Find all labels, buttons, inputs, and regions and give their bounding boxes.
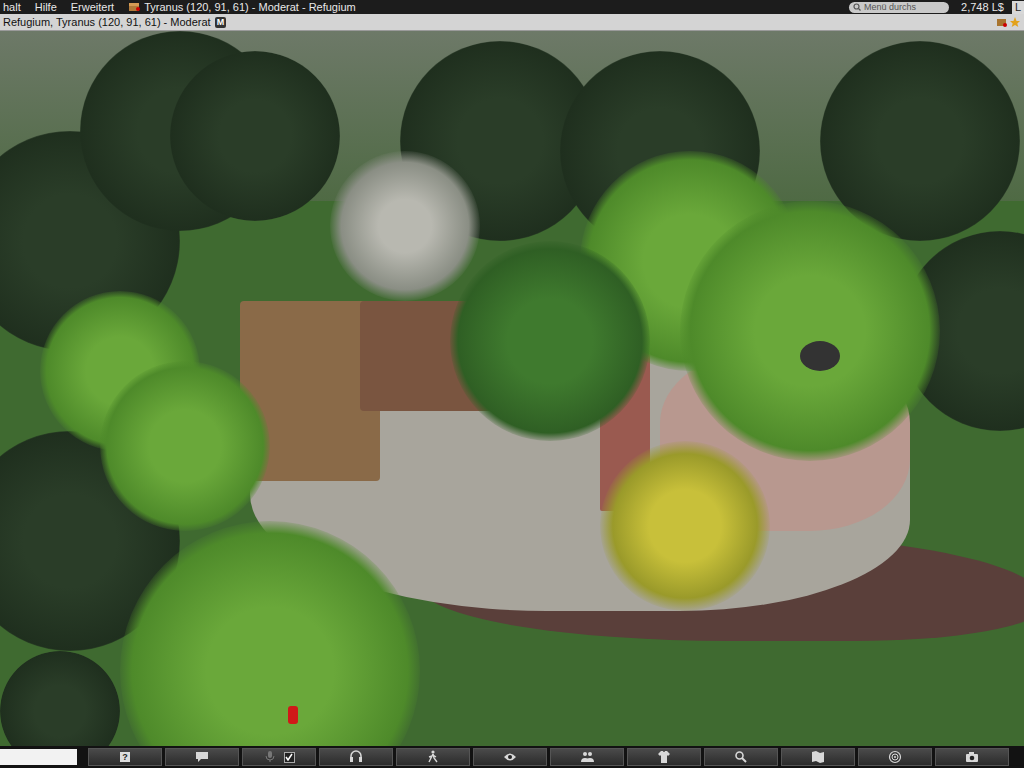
voice-icon — [264, 750, 278, 764]
bottom-toolbar: ? — [0, 746, 1024, 768]
check-icon — [285, 753, 293, 761]
shirt-icon — [657, 750, 671, 764]
search-icon — [853, 3, 861, 11]
menu-search[interactable]: Menü durchs — [849, 2, 949, 13]
chat-button[interactable] — [165, 748, 239, 766]
chat-icon — [195, 750, 209, 764]
nearby-chat-field[interactable] — [0, 749, 77, 765]
help-icon: ? — [120, 752, 130, 762]
location-info[interactable]: Tyranus (120, 91, 61) - Moderat - Refugi… — [128, 1, 849, 13]
menu-item[interactable]: halt — [3, 1, 21, 13]
shirt-button[interactable] — [627, 748, 701, 766]
avatar-marker — [288, 706, 298, 724]
help-button[interactable]: ? — [88, 748, 162, 766]
well — [800, 341, 840, 371]
tree — [100, 361, 270, 531]
parcel-icon — [128, 2, 140, 12]
tree — [680, 201, 940, 461]
search-button[interactable] — [704, 748, 778, 766]
eye-icon — [503, 750, 517, 764]
world-view[interactable] — [0, 31, 1024, 746]
location-title: Tyranus (120, 91, 61) - Moderat - Refugi… — [144, 1, 356, 13]
tree — [330, 151, 480, 301]
navigation-bar: Refugium, Tyranus (120, 91, 61) - Modera… — [0, 14, 1024, 31]
menu-item[interactable]: Hilfe — [35, 1, 57, 13]
balance[interactable]: 2,748 L$ — [961, 1, 1004, 13]
maturity-badge: M — [215, 17, 227, 28]
menu-item[interactable]: Erweitert — [71, 1, 114, 13]
headphones-button[interactable] — [319, 748, 393, 766]
camera-button[interactable] — [935, 748, 1009, 766]
tree — [170, 51, 340, 221]
radar-icon — [888, 750, 902, 764]
tree — [0, 651, 120, 746]
buy-currency-button[interactable]: L — [1012, 1, 1024, 14]
menu: halt Hilfe Erweitert — [3, 1, 114, 13]
eye-button[interactable] — [473, 748, 547, 766]
search-placeholder: Menü durchs — [864, 2, 916, 13]
tree — [450, 241, 650, 441]
menu-bar: halt Hilfe Erweitert Tyranus (120, 91, 61) … — [0, 0, 1024, 14]
map-icon — [811, 750, 825, 764]
voice-button[interactable] — [242, 748, 316, 766]
walk-icon — [426, 750, 440, 764]
map-button[interactable] — [781, 748, 855, 766]
tree — [600, 441, 770, 611]
voice-checkbox[interactable] — [284, 752, 295, 763]
landmark-star-icon — [996, 16, 1020, 28]
radar-button[interactable] — [858, 748, 932, 766]
headphones-icon — [349, 750, 363, 764]
search-icon — [734, 750, 748, 764]
toolbar-buttons: ? — [88, 748, 1009, 766]
walk-button[interactable] — [396, 748, 470, 766]
people-button[interactable] — [550, 748, 624, 766]
location-field[interactable]: Refugium, Tyranus (120, 91, 61) - Modera… — [3, 16, 996, 28]
people-icon — [580, 750, 594, 764]
location-text: Refugium, Tyranus (120, 91, 61) - Modera… — [3, 16, 211, 28]
camera-icon — [965, 750, 979, 764]
